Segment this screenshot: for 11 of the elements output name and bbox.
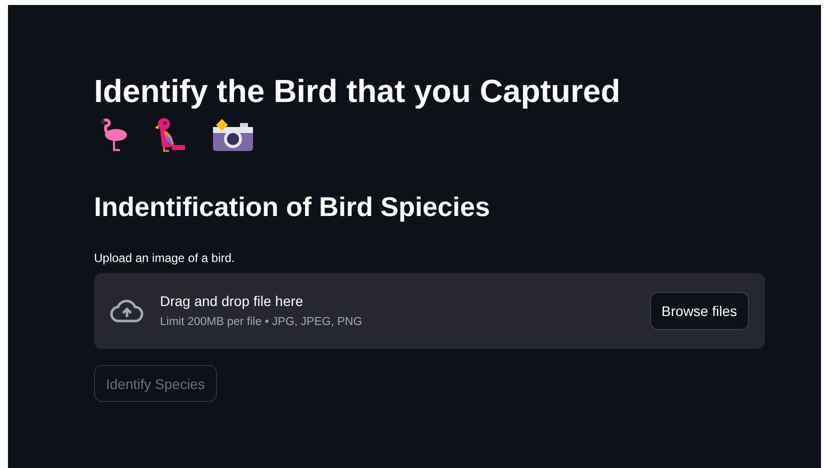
- camera-icon: [212, 118, 254, 152]
- file-dropzone[interactable]: Drag and drop file here Limit 200MB per file • JPG, JPEG, PNG Browse files: [94, 273, 765, 349]
- drop-instruction: Drag and drop file here: [160, 292, 304, 311]
- parrot-icon: [154, 117, 186, 153]
- page-title: Identify the Bird that you Captured: [94, 72, 622, 111]
- flamingo-icon: [98, 117, 128, 153]
- browse-files-button[interactable]: Browse files: [650, 292, 749, 330]
- cloud-upload-icon: [110, 299, 144, 323]
- file-limit-text: Limit 200MB per file • JPG, JPEG, PNG: [160, 315, 364, 330]
- upload-label: Upload an image of a bird.: [94, 250, 236, 267]
- section-heading: Indentification of Bird Spiecies: [94, 191, 492, 224]
